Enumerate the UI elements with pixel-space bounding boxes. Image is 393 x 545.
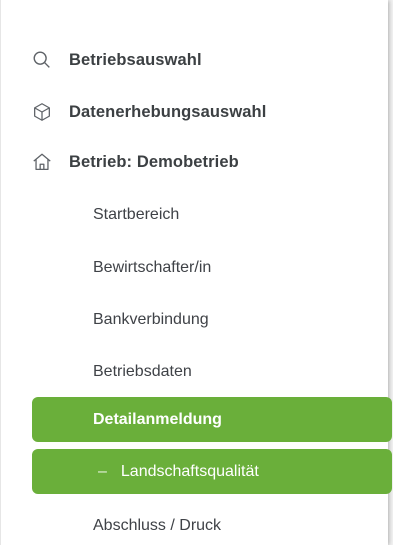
sidebar-subitem-bankverbindung[interactable]: Bankverbindung — [93, 310, 209, 330]
sidebar-subitem-abschluss-druck[interactable]: Abschluss / Druck — [93, 516, 221, 536]
sidebar-item-betriebsauswahl[interactable]: Betriebsauswahl — [31, 45, 202, 75]
sidebar-item-label: Landschaftsqualität — [120, 462, 259, 480]
home-icon — [31, 151, 53, 173]
sidebar-item-label: Datenerhebungsauswahl — [69, 102, 267, 121]
sidebar-subitem-bewirtschafter[interactable]: Bewirtschafter/in — [93, 258, 211, 278]
cube-icon — [31, 101, 53, 123]
sidebar-item-label: Detailanmeldung — [93, 410, 222, 428]
dash-marker: – — [98, 462, 107, 480]
sidebar-subitem-startbereich[interactable]: Startbereich — [93, 205, 179, 225]
sidebar-item-label: Betriebsauswahl — [69, 50, 202, 69]
sidebar-item-detailanmeldung[interactable]: Detailanmeldung — [32, 397, 392, 442]
sidebar-item-label: Betrieb: Demobetrieb — [69, 152, 239, 171]
sidebar-item-datenerhebungsauswahl[interactable]: Datenerhebungsauswahl — [31, 97, 266, 127]
sidebar-subitem-betriebsdaten[interactable]: Betriebsdaten — [93, 362, 192, 382]
sidebar-item-betrieb[interactable]: Betrieb: Demobetrieb — [31, 147, 239, 177]
sidebar-panel: Betriebsauswahl Datenerhebungsauswahl Be… — [0, 0, 392, 545]
search-icon — [31, 49, 53, 71]
sidebar-subitem-landschaftsqualitaet[interactable]: – Landschaftsqualität — [32, 449, 392, 494]
